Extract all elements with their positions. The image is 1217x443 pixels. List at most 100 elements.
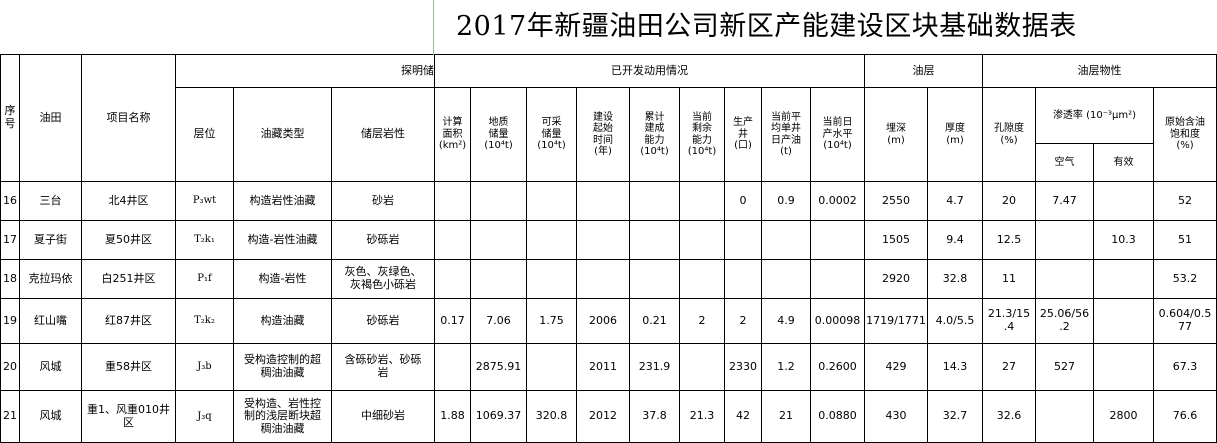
row-start-time	[577, 182, 630, 221]
row-built-capacity: 0.21	[630, 299, 680, 344]
table-title: 2017年新疆油田公司新区产能建设区块基础数据表	[434, 0, 1217, 55]
row-lithology: 砂砾岩	[332, 299, 435, 344]
row-project: 重58井区	[82, 344, 176, 391]
row-perm-air: 7.47	[1036, 182, 1094, 221]
row-field: 风城	[20, 344, 82, 391]
row-perm-air	[1036, 391, 1094, 443]
header-project: 项目名称	[82, 55, 176, 182]
row-oil-saturation: 67.3	[1154, 344, 1217, 391]
header-perm-air: 空气	[1036, 144, 1094, 182]
row-daily-water: 0.0880	[811, 391, 865, 443]
row-geo-reserve: 1069.37	[471, 391, 527, 443]
row-wells	[725, 221, 762, 260]
row-geo-reserve	[471, 182, 527, 221]
row-oil-saturation: 51	[1154, 221, 1217, 260]
header-start-time: 建设 起始 时间 (年)	[577, 88, 630, 182]
row-avg-daily-oil	[762, 221, 811, 260]
row-remaining-capacity	[680, 260, 725, 299]
row-built-capacity	[630, 182, 680, 221]
row-perm-air: 527	[1036, 344, 1094, 391]
row-built-capacity: 37.8	[630, 391, 680, 443]
row-lithology: 砂岩	[332, 182, 435, 221]
row-area: 0.17	[435, 299, 471, 344]
row-start-time	[577, 260, 630, 299]
row-rec-reserve	[527, 260, 577, 299]
row-start-time: 2006	[577, 299, 630, 344]
row-porosity: 27	[983, 344, 1036, 391]
header-depth: 埋深 (m)	[865, 88, 928, 182]
row-built-capacity	[630, 221, 680, 260]
row-thickness: 4.7	[928, 182, 983, 221]
header-permeability: 渗透率 (10⁻³μm²)	[1036, 88, 1154, 144]
header-group-properties: 油层物性	[983, 55, 1217, 88]
row-seq: 19	[0, 299, 20, 344]
row-avg-daily-oil: 1.2	[762, 344, 811, 391]
row-area	[435, 182, 471, 221]
row-remaining-capacity: 21.3	[680, 391, 725, 443]
row-oil-saturation: 0.604/0.5 77	[1154, 299, 1217, 344]
header-remaining-capacity: 当前 剩余 能力 (10⁴t)	[680, 88, 725, 182]
header-group-layer: 油层	[865, 55, 983, 88]
row-field: 风城	[20, 391, 82, 443]
row-perm-effective	[1094, 344, 1154, 391]
row-perm-effective: 10.3	[1094, 221, 1154, 260]
row-layer: P₃wt	[176, 182, 234, 221]
row-rec-reserve	[527, 344, 577, 391]
row-perm-effective: 2800	[1094, 391, 1154, 443]
header-rec-reserve: 可采 储量 (10⁴t)	[527, 88, 577, 182]
row-perm-air: 25.06/56 .2	[1036, 299, 1094, 344]
header-geo-reserve: 地质 储量 (10⁴t)	[471, 88, 527, 182]
header-field: 油田	[20, 55, 82, 182]
row-wells	[725, 260, 762, 299]
row-layer: T₂k₁	[176, 221, 234, 260]
row-depth: 429	[865, 344, 928, 391]
row-oil-saturation: 53.2	[1154, 260, 1217, 299]
row-thickness: 14.3	[928, 344, 983, 391]
header-oil-saturation: 原始含油 饱和度 (%)	[1154, 88, 1217, 182]
row-project: 白251井区	[82, 260, 176, 299]
row-field: 克拉玛依	[20, 260, 82, 299]
row-avg-daily-oil: 4.9	[762, 299, 811, 344]
row-daily-water: 0.00098	[811, 299, 865, 344]
row-lithology: 灰色、灰绿色、 灰褐色小砾岩	[332, 260, 435, 299]
row-remaining-capacity	[680, 182, 725, 221]
row-project: 红87井区	[82, 299, 176, 344]
row-project: 北4井区	[82, 182, 176, 221]
row-remaining-capacity: 2	[680, 299, 725, 344]
row-reservoir-type: 受构造控制的超 稠油油藏	[234, 344, 332, 391]
row-daily-water: 0.2600	[811, 344, 865, 391]
row-daily-water: 0.0002	[811, 182, 865, 221]
row-geo-reserve: 7.06	[471, 299, 527, 344]
row-avg-daily-oil: 21	[762, 391, 811, 443]
row-avg-daily-oil	[762, 260, 811, 299]
row-start-time: 2011	[577, 344, 630, 391]
row-wells: 0	[725, 182, 762, 221]
blank-title-area	[0, 0, 433, 55]
row-seq: 18	[0, 260, 20, 299]
header-wells: 生产 井 (口)	[725, 88, 762, 182]
row-perm-effective	[1094, 182, 1154, 221]
row-perm-effective	[1094, 260, 1154, 299]
header-porosity: 孔隙度 (%)	[983, 88, 1036, 182]
row-area	[435, 344, 471, 391]
header-area: 计算 面积 (km²)	[435, 88, 471, 182]
row-area: 1.88	[435, 391, 471, 443]
row-thickness: 9.4	[928, 221, 983, 260]
row-avg-daily-oil: 0.9	[762, 182, 811, 221]
row-geo-reserve	[471, 260, 527, 299]
header-group-reserve: 探明储	[176, 55, 435, 88]
row-reservoir-type: 受构造、岩性控 制的浅层断块超 稠油油藏	[234, 391, 332, 443]
row-seq: 16	[0, 182, 20, 221]
header-seq: 序 号	[0, 55, 20, 182]
row-depth: 2920	[865, 260, 928, 299]
row-porosity: 12.5	[983, 221, 1036, 260]
row-thickness: 32.7	[928, 391, 983, 443]
row-depth: 2550	[865, 182, 928, 221]
row-project: 重1、风重010井 区	[82, 391, 176, 443]
row-rec-reserve: 1.75	[527, 299, 577, 344]
row-seq: 21	[0, 391, 20, 443]
row-wells: 2	[725, 299, 762, 344]
row-area	[435, 221, 471, 260]
row-depth: 1505	[865, 221, 928, 260]
row-field: 夏子街	[20, 221, 82, 260]
